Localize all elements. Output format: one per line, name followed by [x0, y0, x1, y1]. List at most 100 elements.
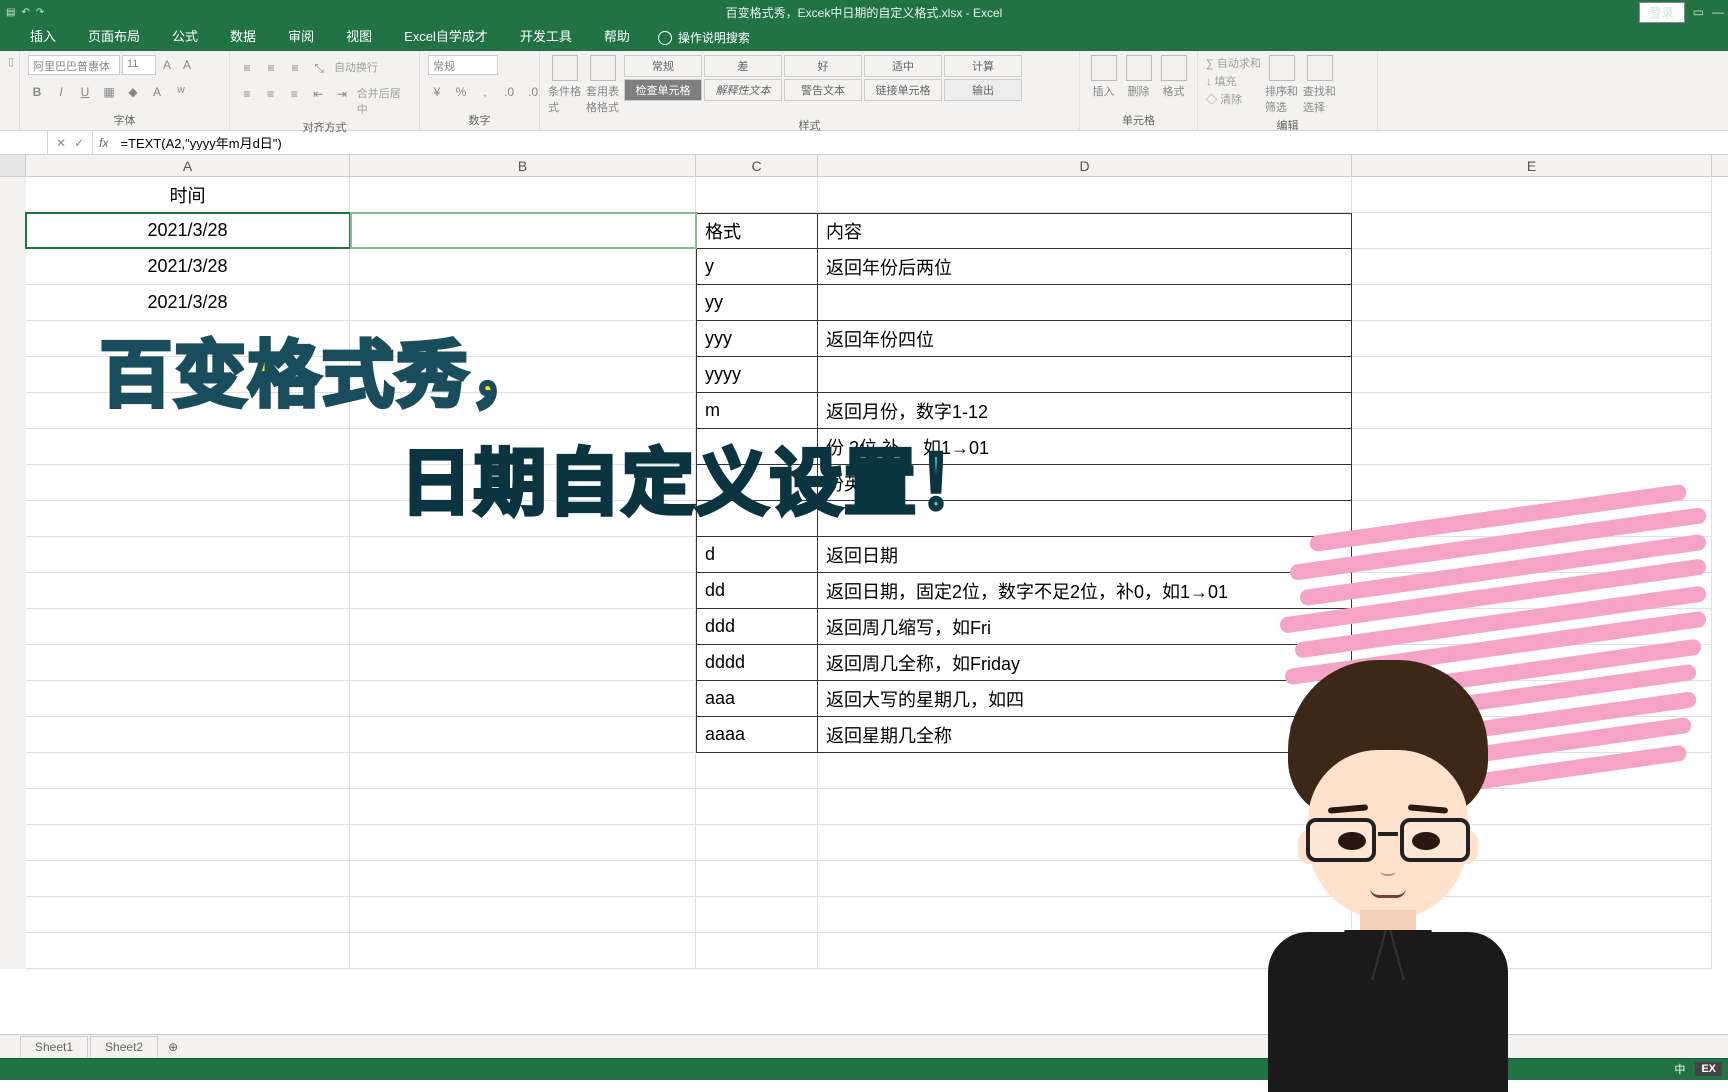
align-bot-icon[interactable]: ≡	[286, 59, 304, 77]
cell-B21[interactable]	[350, 897, 696, 933]
cell-A1[interactable]: 时间	[26, 177, 350, 213]
cell-C14[interactable]: dddd	[696, 645, 818, 681]
underline-button[interactable]: U	[76, 83, 94, 101]
cell-C20[interactable]	[696, 861, 818, 897]
indent-inc-icon[interactable]: ⇥	[333, 85, 351, 103]
cell-C13[interactable]: ddd	[696, 609, 818, 645]
cell-B16[interactable]	[350, 717, 696, 753]
cell-A12[interactable]	[26, 573, 350, 609]
tab-insert[interactable]: 插入	[16, 21, 70, 51]
sheet-tab-1[interactable]: Sheet1	[20, 1036, 88, 1057]
add-sheet-button[interactable]: ⊕	[160, 1037, 186, 1057]
cell-E1[interactable]	[1352, 177, 1712, 213]
format-cells-button[interactable]: 格式	[1158, 55, 1189, 99]
cell-B13[interactable]	[350, 609, 696, 645]
fill-color-icon[interactable]: ◆	[124, 83, 142, 101]
cell-B20[interactable]	[350, 861, 696, 897]
cell-C19[interactable]	[696, 825, 818, 861]
cell-E4[interactable]	[1352, 285, 1712, 321]
delete-cells-button[interactable]: 删除	[1123, 55, 1154, 99]
cell-A9[interactable]	[26, 465, 350, 501]
tab-view[interactable]: 视图	[332, 21, 386, 51]
tab-addin[interactable]: Excel自学成才	[390, 21, 502, 51]
col-header-C[interactable]: C	[696, 155, 818, 176]
cell-A22[interactable]	[26, 933, 350, 969]
ime-indicator[interactable]: 中	[1674, 1061, 1685, 1077]
percent-icon[interactable]: %	[452, 83, 470, 101]
ribbon-options-icon[interactable]: ▭	[1693, 5, 1704, 19]
cell-C6[interactable]: yyyy	[696, 357, 818, 393]
cell-A19[interactable]	[26, 825, 350, 861]
sheet-tab-2[interactable]: Sheet2	[90, 1036, 158, 1057]
cell-D5[interactable]: 返回年份四位	[818, 321, 1352, 357]
cell-A17[interactable]	[26, 753, 350, 789]
qat-save-icon[interactable]: ▤	[6, 7, 15, 18]
cell-B17[interactable]	[350, 753, 696, 789]
currency-icon[interactable]: ¥	[428, 83, 446, 101]
style-check[interactable]: 检查单元格	[624, 79, 702, 101]
cell-C11[interactable]: d	[696, 537, 818, 573]
font-color-icon[interactable]: A	[148, 83, 166, 101]
align-left-icon[interactable]: ≡	[238, 85, 256, 103]
cell-C12[interactable]: dd	[696, 573, 818, 609]
cell-B18[interactable]	[350, 789, 696, 825]
cell-A2[interactable]: 2021/3/28	[26, 213, 350, 249]
cell-D3[interactable]: 返回年份后两位	[818, 249, 1352, 285]
cell-B1[interactable]	[350, 177, 696, 213]
name-box[interactable]	[0, 131, 48, 154]
tab-developer[interactable]: 开发工具	[506, 21, 586, 51]
qat-undo-icon[interactable]: ↶	[21, 7, 29, 18]
cancel-formula-icon[interactable]: ✕	[56, 136, 66, 150]
cell-E7[interactable]	[1352, 393, 1712, 429]
cell-A16[interactable]	[26, 717, 350, 753]
enter-formula-icon[interactable]: ✓	[74, 136, 84, 150]
cell-B12[interactable]	[350, 573, 696, 609]
style-output[interactable]: 输出	[944, 79, 1022, 101]
cell-C3[interactable]: y	[696, 249, 818, 285]
cell-C16[interactable]: aaaa	[696, 717, 818, 753]
fill-button[interactable]: ↓ 填充	[1206, 73, 1261, 89]
cell-B11[interactable]	[350, 537, 696, 573]
wrap-text-button[interactable]: 自动换行	[334, 59, 378, 77]
style-bad[interactable]: 差	[704, 55, 782, 77]
insert-cells-button[interactable]: 插入	[1088, 55, 1119, 99]
minimize-icon[interactable]: —	[1712, 5, 1724, 19]
col-header-A[interactable]: A	[26, 155, 350, 176]
indent-dec-icon[interactable]: ⇤	[309, 85, 327, 103]
cell-D2[interactable]: 内容	[818, 213, 1352, 249]
italic-button[interactable]: I	[52, 83, 70, 101]
qat-redo-icon[interactable]: ↷	[36, 7, 44, 18]
cell-A3[interactable]: 2021/3/28	[26, 249, 350, 285]
cell-A13[interactable]	[26, 609, 350, 645]
tab-pagelayout[interactable]: 页面布局	[74, 21, 154, 51]
cell-E3[interactable]	[1352, 249, 1712, 285]
cell-B19[interactable]	[350, 825, 696, 861]
align-mid-icon[interactable]: ≡	[262, 59, 280, 77]
align-right-icon[interactable]: ≡	[286, 85, 304, 103]
cell-styles-gallery[interactable]: 常规 差 好 适中 计算 检查单元格 解释性文本 警告文本 链接单元格 输出	[624, 55, 1022, 101]
cell-A21[interactable]	[26, 897, 350, 933]
align-top-icon[interactable]: ≡	[238, 59, 256, 77]
cell-C21[interactable]	[696, 897, 818, 933]
merge-button[interactable]: 合并后居中	[357, 85, 411, 117]
col-header-E[interactable]: E	[1352, 155, 1712, 176]
cell-A8[interactable]	[26, 429, 350, 465]
orientation-icon[interactable]: ⤡	[310, 59, 328, 77]
clipboard-icon[interactable]: ▯	[8, 55, 14, 68]
cell-A11[interactable]	[26, 537, 350, 573]
cell-E5[interactable]	[1352, 321, 1712, 357]
phonetic-icon[interactable]: ᵂ	[172, 83, 190, 101]
cell-C2[interactable]: 格式	[696, 213, 818, 249]
tab-data[interactable]: 数据	[216, 21, 270, 51]
cell-A14[interactable]	[26, 645, 350, 681]
style-good[interactable]: 好	[784, 55, 862, 77]
border-icon[interactable]: ▦	[100, 83, 118, 101]
cell-C17[interactable]	[696, 753, 818, 789]
decrease-font-icon[interactable]: A	[178, 56, 196, 74]
tab-help[interactable]: 帮助	[590, 21, 644, 51]
cell-E2[interactable]	[1352, 213, 1712, 249]
cell-B2[interactable]	[350, 213, 696, 249]
cell-C4[interactable]: yy	[696, 285, 818, 321]
col-header-D[interactable]: D	[818, 155, 1352, 176]
cell-B15[interactable]	[350, 681, 696, 717]
